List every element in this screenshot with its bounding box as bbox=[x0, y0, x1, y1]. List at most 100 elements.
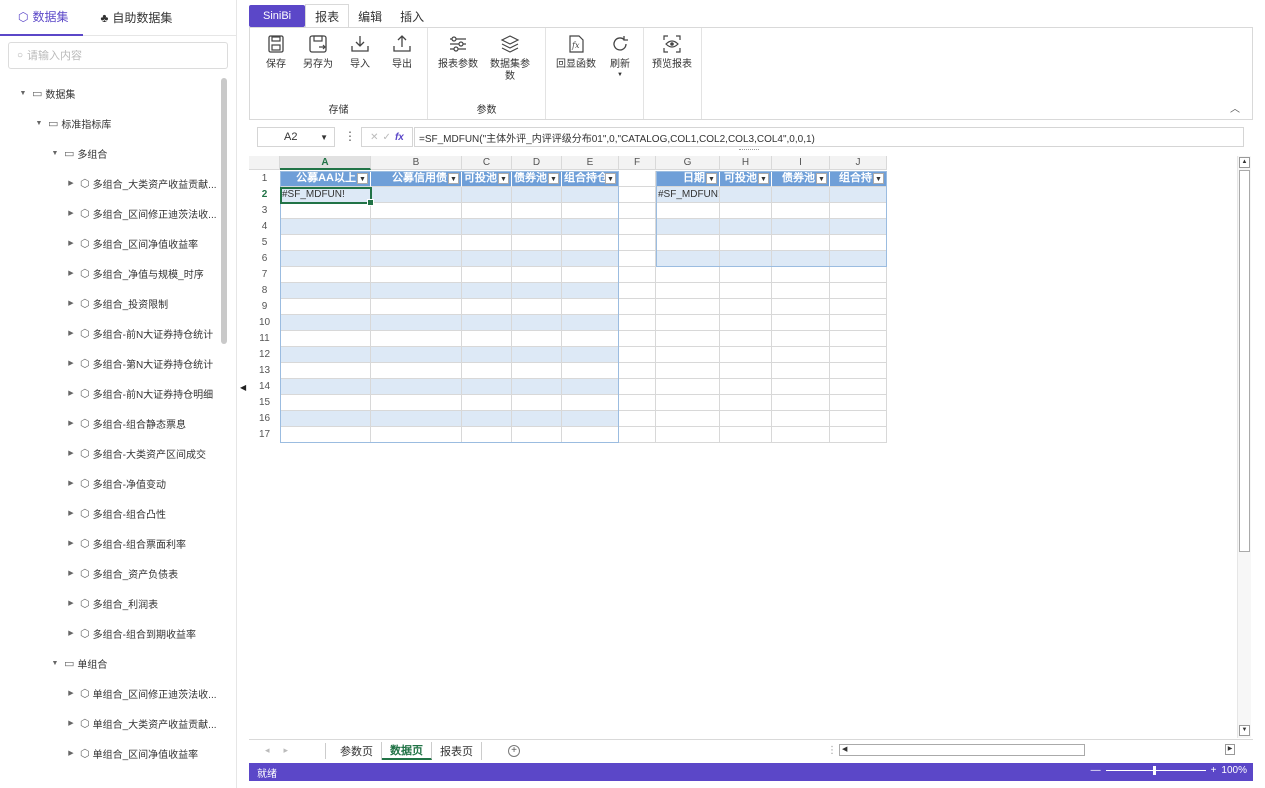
collapse-panel-icon[interactable]: ◀ bbox=[240, 383, 246, 392]
grid-cell[interactable] bbox=[562, 427, 619, 443]
grid-cell[interactable] bbox=[619, 235, 656, 251]
grid-cell[interactable] bbox=[720, 283, 772, 299]
table-header-cell[interactable]: 日期 ▼ bbox=[656, 171, 720, 187]
grid-cell[interactable] bbox=[280, 235, 371, 251]
scroll-left-icon[interactable]: ◀ bbox=[842, 745, 847, 753]
grid-cell[interactable] bbox=[619, 427, 656, 443]
grid-cell[interactable] bbox=[830, 379, 887, 395]
grid-cell[interactable] bbox=[619, 331, 656, 347]
column-header[interactable]: C bbox=[462, 156, 512, 170]
grid-cell[interactable] bbox=[371, 203, 462, 219]
filter-dropdown-icon[interactable]: ▼ bbox=[816, 173, 827, 184]
grid-cell[interactable] bbox=[772, 427, 830, 443]
grid-cell[interactable] bbox=[772, 347, 830, 363]
table-header-cell[interactable]: 可投池 ▼ bbox=[720, 171, 772, 187]
row-header[interactable]: 15 bbox=[249, 395, 280, 411]
preview-report-button[interactable]: 预览报表 bbox=[650, 34, 694, 71]
grid-cell[interactable] bbox=[562, 411, 619, 427]
grid-cell[interactable] bbox=[619, 171, 656, 187]
grid-cell[interactable] bbox=[830, 331, 887, 347]
grid-cell[interactable] bbox=[280, 363, 371, 379]
grid-cell[interactable] bbox=[619, 267, 656, 283]
export-button[interactable]: 导出 bbox=[380, 34, 424, 71]
grid-cell[interactable] bbox=[371, 347, 462, 363]
grid-cell[interactable] bbox=[512, 283, 562, 299]
filter-dropdown-icon[interactable]: ▼ bbox=[758, 173, 769, 184]
grid-cell[interactable] bbox=[371, 331, 462, 347]
tab-dataset[interactable]: ⬡ 数据集 bbox=[0, 0, 83, 36]
grid-cell[interactable] bbox=[280, 251, 371, 267]
grid-cell[interactable] bbox=[280, 299, 371, 315]
grid-cell[interactable] bbox=[462, 203, 512, 219]
grid-cell[interactable] bbox=[562, 251, 619, 267]
grid-cell[interactable] bbox=[512, 411, 562, 427]
caret-down-icon[interactable]: ▼ bbox=[50, 150, 60, 157]
grid-cell[interactable] bbox=[462, 187, 512, 203]
grid-cell[interactable] bbox=[772, 251, 830, 267]
grid-cell[interactable] bbox=[720, 427, 772, 443]
grid-cell[interactable] bbox=[562, 347, 619, 363]
row-header[interactable]: 12 bbox=[249, 347, 280, 363]
grid-cell[interactable] bbox=[562, 299, 619, 315]
save-as-button[interactable]: 另存为 bbox=[296, 34, 340, 71]
caret-right-icon[interactable]: ▶ bbox=[66, 389, 76, 397]
grid-cell[interactable] bbox=[656, 363, 720, 379]
caret-right-icon[interactable]: ▶ bbox=[66, 359, 76, 367]
grid-cell[interactable] bbox=[830, 411, 887, 427]
grid-cell[interactable] bbox=[720, 347, 772, 363]
grid-cell[interactable] bbox=[619, 219, 656, 235]
row-header[interactable]: 13 bbox=[249, 363, 280, 379]
refresh-dropdown-icon[interactable]: ▼ bbox=[598, 71, 642, 79]
search-box[interactable]: ○ bbox=[8, 42, 228, 69]
caret-right-icon[interactable]: ▶ bbox=[66, 599, 76, 607]
formula-input[interactable]: =SF_MDFUN("主体外评_内评评级分布01",0,"CATALOG,COL… bbox=[414, 127, 1244, 147]
filter-dropdown-icon[interactable]: ▼ bbox=[605, 173, 616, 184]
grid-cell[interactable] bbox=[720, 187, 772, 203]
grid-cell[interactable] bbox=[512, 347, 562, 363]
caret-right-icon[interactable]: ▶ bbox=[66, 269, 76, 277]
grid-cell[interactable] bbox=[619, 395, 656, 411]
grid-cell[interactable] bbox=[720, 411, 772, 427]
formula-resize-handle[interactable] bbox=[739, 149, 759, 151]
grid-cell[interactable] bbox=[772, 187, 830, 203]
grid-cell[interactable] bbox=[512, 235, 562, 251]
add-sheet-icon[interactable]: + bbox=[508, 744, 520, 757]
active-cell-selection[interactable] bbox=[280, 187, 374, 206]
grid-cell[interactable] bbox=[720, 251, 772, 267]
more-vertical-icon[interactable]: ⋮ bbox=[344, 129, 356, 143]
tab-report[interactable]: 报表 bbox=[305, 4, 350, 28]
grid-cell[interactable] bbox=[512, 379, 562, 395]
grid-cell[interactable] bbox=[371, 219, 462, 235]
caret-right-icon[interactable]: ▶ bbox=[66, 329, 76, 337]
filter-dropdown-icon[interactable]: ▼ bbox=[873, 173, 884, 184]
horizontal-scroll-thumb[interactable] bbox=[852, 746, 1082, 754]
column-header[interactable]: E bbox=[562, 156, 619, 170]
grid-cell[interactable] bbox=[830, 267, 887, 283]
grid-cell[interactable] bbox=[512, 363, 562, 379]
tree-folder[interactable]: ▼ ▭ 标准指标库 bbox=[0, 108, 230, 138]
tree-dataset-item[interactable]: ▶ ⬡ 多组合_区间净值收益率 bbox=[0, 228, 230, 258]
caret-down-icon[interactable]: ▼ bbox=[50, 660, 60, 667]
grid-cell[interactable] bbox=[371, 251, 462, 267]
grid-cell[interactable] bbox=[562, 235, 619, 251]
grid-cell[interactable] bbox=[619, 187, 656, 203]
grid-cell[interactable] bbox=[772, 219, 830, 235]
grid-cell[interactable] bbox=[462, 427, 512, 443]
grid-cell[interactable] bbox=[656, 299, 720, 315]
grid-cell[interactable] bbox=[619, 411, 656, 427]
column-header[interactable]: F bbox=[619, 156, 656, 170]
row-header[interactable]: 7 bbox=[249, 267, 280, 283]
filter-dropdown-icon[interactable]: ▼ bbox=[706, 173, 717, 184]
grid-cell[interactable] bbox=[462, 283, 512, 299]
grid-cell[interactable] bbox=[720, 203, 772, 219]
grid-cell[interactable] bbox=[371, 411, 462, 427]
grid-cell[interactable] bbox=[371, 267, 462, 283]
column-header[interactable]: J bbox=[830, 156, 887, 170]
grid-cell[interactable] bbox=[280, 315, 371, 331]
caret-right-icon[interactable]: ▶ bbox=[66, 419, 76, 427]
grid-cell[interactable] bbox=[562, 283, 619, 299]
tree-dataset-item[interactable]: ▶ ⬡ 多组合_净值与规模_时序 bbox=[0, 258, 230, 288]
grid-cell[interactable] bbox=[462, 219, 512, 235]
confirm-icon[interactable]: ✓ bbox=[383, 132, 391, 143]
grid-cell[interactable] bbox=[656, 395, 720, 411]
